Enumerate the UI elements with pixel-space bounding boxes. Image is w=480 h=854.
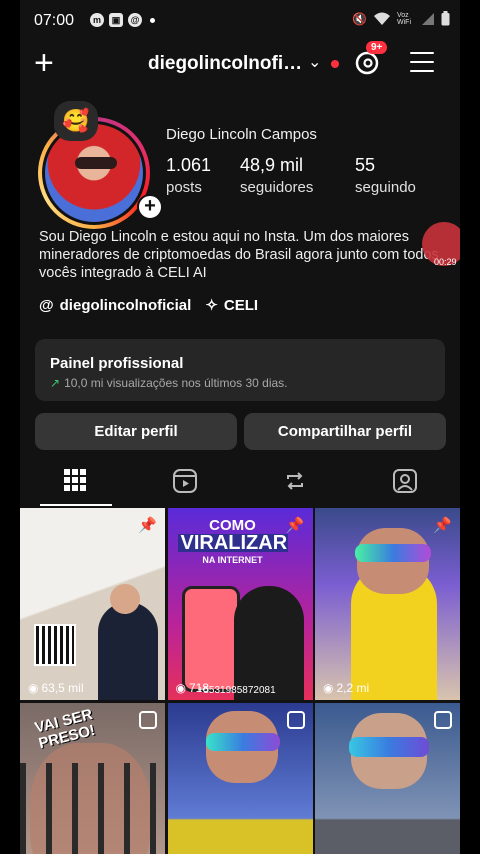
pin-icon: 📌 <box>285 517 305 534</box>
mute-icon: 🔇 <box>352 11 367 26</box>
stat-posts[interactable]: 1.061 posts <box>166 155 211 196</box>
status-time: 07:00 <box>34 12 75 29</box>
post-tile[interactable] <box>315 703 460 854</box>
post-views: ◉ 2,2 mi <box>323 681 370 695</box>
post-tile[interactable]: 📌 ◉ 2,2 mi <box>315 508 460 700</box>
grid-icon <box>64 469 86 491</box>
reels-icon <box>173 469 197 493</box>
profile-top-bar: + diegolincolnofi… ⌄ 9+ <box>20 41 460 84</box>
profile-tabs <box>20 460 460 506</box>
hamburger-menu-icon[interactable] <box>410 52 434 79</box>
threads-link[interactable]: diegolincolnoficial <box>60 297 192 314</box>
post-tile[interactable]: 📌 ◉ 63,5 mil <box>20 508 165 700</box>
profile-full-name: Diego Lincoln Campos <box>166 126 317 143</box>
stat-followers-label: seguidores <box>240 179 314 196</box>
tagged-icon <box>393 469 417 493</box>
tab-reels[interactable] <box>130 464 240 500</box>
stat-posts-number: 1.061 <box>166 155 212 175</box>
gallery-icon: ▣ <box>109 13 123 27</box>
posts-grid: 📌 ◉ 63,5 mil COMO VIRALIZAR NA INTERNET 📌… <box>20 508 460 854</box>
qr-code-image <box>34 624 76 666</box>
tab-tagged[interactable] <box>350 464 460 500</box>
status-left-icons: m ▣ @ <box>90 13 155 27</box>
add-story-plus-icon[interactable]: + <box>137 194 163 220</box>
tab-grid[interactable] <box>20 464 130 506</box>
messenger-icon: m <box>90 13 104 27</box>
stat-following-number: 55 <box>355 155 376 175</box>
reel-icon <box>434 711 452 729</box>
chevron-down-icon[interactable]: ⌄ <box>308 52 321 72</box>
post-tile[interactable]: COMO VIRALIZAR NA INTERNET 📌 ◉ 718 +55319… <box>167 508 313 700</box>
threads-icon: @ <box>128 13 142 27</box>
recording-time: 00:29 <box>434 257 457 267</box>
vowifi-icon: Voz WiFi <box>397 11 411 26</box>
tab-reposts[interactable] <box>240 464 350 500</box>
eye-icon: ◉ <box>323 681 334 695</box>
reel-icon <box>139 711 157 729</box>
trend-up-icon: ↗ <box>50 376 61 390</box>
status-bar: 07:00 m ▣ @ 🔇 Voz WiFi <box>20 0 460 40</box>
eye-icon: ◉ <box>28 681 39 695</box>
threads-badge: 9+ <box>366 41 388 54</box>
avatar[interactable] <box>45 124 143 222</box>
profile-bio: Sou Diego Lincoln e estou aqui no Insta.… <box>39 229 439 281</box>
post-views: ◉ 63,5 mil <box>28 681 84 695</box>
reel-icon <box>286 711 305 729</box>
edit-profile-button[interactable]: Editar perfil <box>35 413 237 450</box>
eye-icon: ◉ <box>175 681 186 695</box>
share-profile-button[interactable]: Compartilhar perfil <box>244 413 446 450</box>
status-right-icons: 🔇 Voz WiFi <box>352 11 450 26</box>
account-notification-dot <box>331 60 339 68</box>
signal-icon <box>422 12 434 25</box>
stat-followers[interactable]: 48,9 mil seguidores <box>240 155 313 196</box>
username-switcher[interactable]: diegolincolnofi… <box>148 53 300 75</box>
battery-icon <box>441 11 450 26</box>
post-tile[interactable]: VAI SER PRESO! <box>20 703 165 854</box>
pin-icon: 📌 <box>138 517 157 534</box>
stat-followers-number: 48,9 mil <box>240 155 304 175</box>
post-overlay-title: COMO VIRALIZAR NA INTERNET <box>177 518 288 568</box>
post-phone-number: +5531985872081 <box>197 685 276 696</box>
dashboard-subtitle: ↗ 10,0 mi visualizações nos últimos 30 di… <box>50 376 288 390</box>
wifi-icon <box>374 12 390 25</box>
celi-link[interactable]: CELI <box>224 297 258 314</box>
stat-following-label: seguindo <box>355 179 416 196</box>
stat-posts-label: posts <box>166 179 202 196</box>
dashboard-title: Painel profissional <box>50 355 184 372</box>
pin-icon: 📌 <box>433 517 452 534</box>
post-tile[interactable] <box>167 703 313 854</box>
professional-dashboard[interactable]: Painel profissional ↗ 10,0 mi visualizaçõ… <box>35 339 445 401</box>
stat-following[interactable]: 55 seguindo <box>355 155 416 196</box>
profile-links: @ diegolincolnoficial ✧ CELI <box>39 296 258 315</box>
instagram-profile-screen: 07:00 m ▣ @ 🔇 Voz WiFi + diegolincolnofi… <box>20 0 460 854</box>
repost-icon <box>287 472 303 490</box>
threads-icon: @ <box>39 296 54 314</box>
create-plus-icon[interactable]: + <box>34 44 54 82</box>
sparkle-icon: ✧ <box>205 297 218 314</box>
dot-icon <box>150 17 155 23</box>
note-bubble[interactable]: 🥰 <box>54 101 98 141</box>
